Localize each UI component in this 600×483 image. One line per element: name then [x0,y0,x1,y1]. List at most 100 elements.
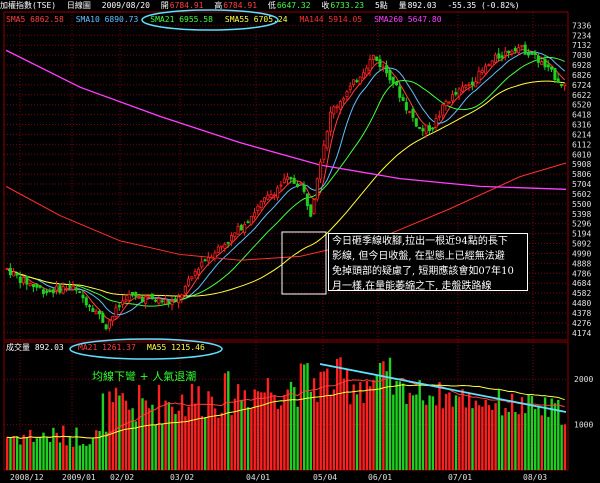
volume-bar [266,377,270,470]
candle-body [253,212,257,218]
candle-body [368,59,372,72]
price-tick-label: 5092 [572,240,591,249]
volume-bar [339,357,342,470]
candle-body [289,177,293,180]
volume-bar [19,444,22,470]
volume-bar [220,412,223,470]
candle-body [28,283,32,287]
price-tick-label: 6316 [572,121,591,130]
candle-body [239,224,243,231]
volume-legend-title: 成交量 892.03 [6,342,64,352]
price-tick-label: 4582 [572,289,591,298]
volume-bar [329,395,332,470]
candle-body [200,261,204,268]
candle-body [256,205,260,211]
chart-stage: 加權指數(TSE) 日線圖 2009/08/20 開6784.91 高6784.… [0,0,600,483]
volume-bar [81,444,85,470]
volume-bar [306,363,309,470]
candle-body [319,161,323,180]
candle-body [91,308,95,313]
volume-bar [62,425,65,470]
candle-body [325,131,329,149]
candle-body [140,297,144,303]
volume-bar [190,383,194,470]
volume-bar [88,444,91,470]
candle-body [177,296,181,304]
candle-body [121,300,125,305]
price-tick-label: 4378 [572,309,591,318]
candle-body [540,61,544,65]
volume-bar [101,393,105,470]
candle-body [553,67,557,81]
candle-body [550,66,554,70]
volume-bar [207,391,210,470]
volume-bar [411,395,415,470]
volume-bar [144,400,147,470]
volume-bar [105,431,108,470]
candle-body [220,245,224,248]
ma-legend-item: SMA10 6890.73 [76,15,139,24]
volume-bar [527,394,530,470]
candle-body [378,59,382,68]
volume-bar [237,384,240,470]
volume-bar [128,409,131,470]
volume-bar [161,423,164,470]
volume-bar [392,394,395,470]
price-tick-label: 5908 [572,160,591,169]
candle-body [487,64,491,67]
ma-legend-item: SMA21 6955.58 [150,15,213,24]
candle-body [328,111,332,132]
volume-ma55-legend: MA55 1215.46 [147,343,205,352]
volume-bar [553,403,557,470]
candle-body [424,124,428,134]
volume-bar [454,395,458,470]
volume-bar [177,410,180,470]
volume-bar [273,395,276,470]
volume-bar [197,386,200,470]
date-tick-label: 2009/01 [62,473,96,482]
candle-body [229,235,233,242]
volume-bar [65,445,68,470]
candle-body [312,199,316,214]
candle-body [517,47,521,54]
volume-bar [309,391,312,470]
volume-bar [418,380,421,470]
volume-bar [147,408,151,470]
candle-body [154,299,158,302]
price-tick-label: 5398 [572,210,591,219]
candle-body [101,312,105,323]
volume-bar [68,436,72,470]
volume-bar [438,382,441,470]
volume-bar [299,363,303,470]
candle-body [58,285,62,293]
candle-body [342,98,346,101]
volume-bar [415,394,418,470]
candle-body [22,276,26,284]
volume-bar [332,389,336,470]
volume-bar [233,398,237,470]
volume-bar [497,389,501,470]
ma-legend-item: SMA260 5647.80 [374,15,442,24]
candle-body [249,215,253,225]
candle-body [78,291,82,294]
candle-body [543,58,547,68]
price-tick-label: 4276 [572,319,591,328]
volume-bar [75,427,78,470]
candle-body [523,44,527,55]
annotation-line: 月一樣,在量能萎縮之下, 走盤跌路線 [332,281,492,292]
candle-body [213,252,217,259]
volume-bar [336,359,339,470]
volume-bar [230,415,233,470]
candle-body [210,256,214,259]
candle-body [206,257,210,262]
price-tick-label: 4990 [572,249,591,258]
price-tick-label: 7030 [572,51,591,60]
candle-body [418,127,422,129]
volume-bar [547,417,550,470]
volume-bar [481,406,484,470]
ma-legend-item: MA144 5914.05 [300,15,363,24]
volume-bar [42,432,45,470]
volume-bar [85,445,88,470]
price-tick-label: 5602 [572,190,591,199]
volume-bar [435,405,438,470]
